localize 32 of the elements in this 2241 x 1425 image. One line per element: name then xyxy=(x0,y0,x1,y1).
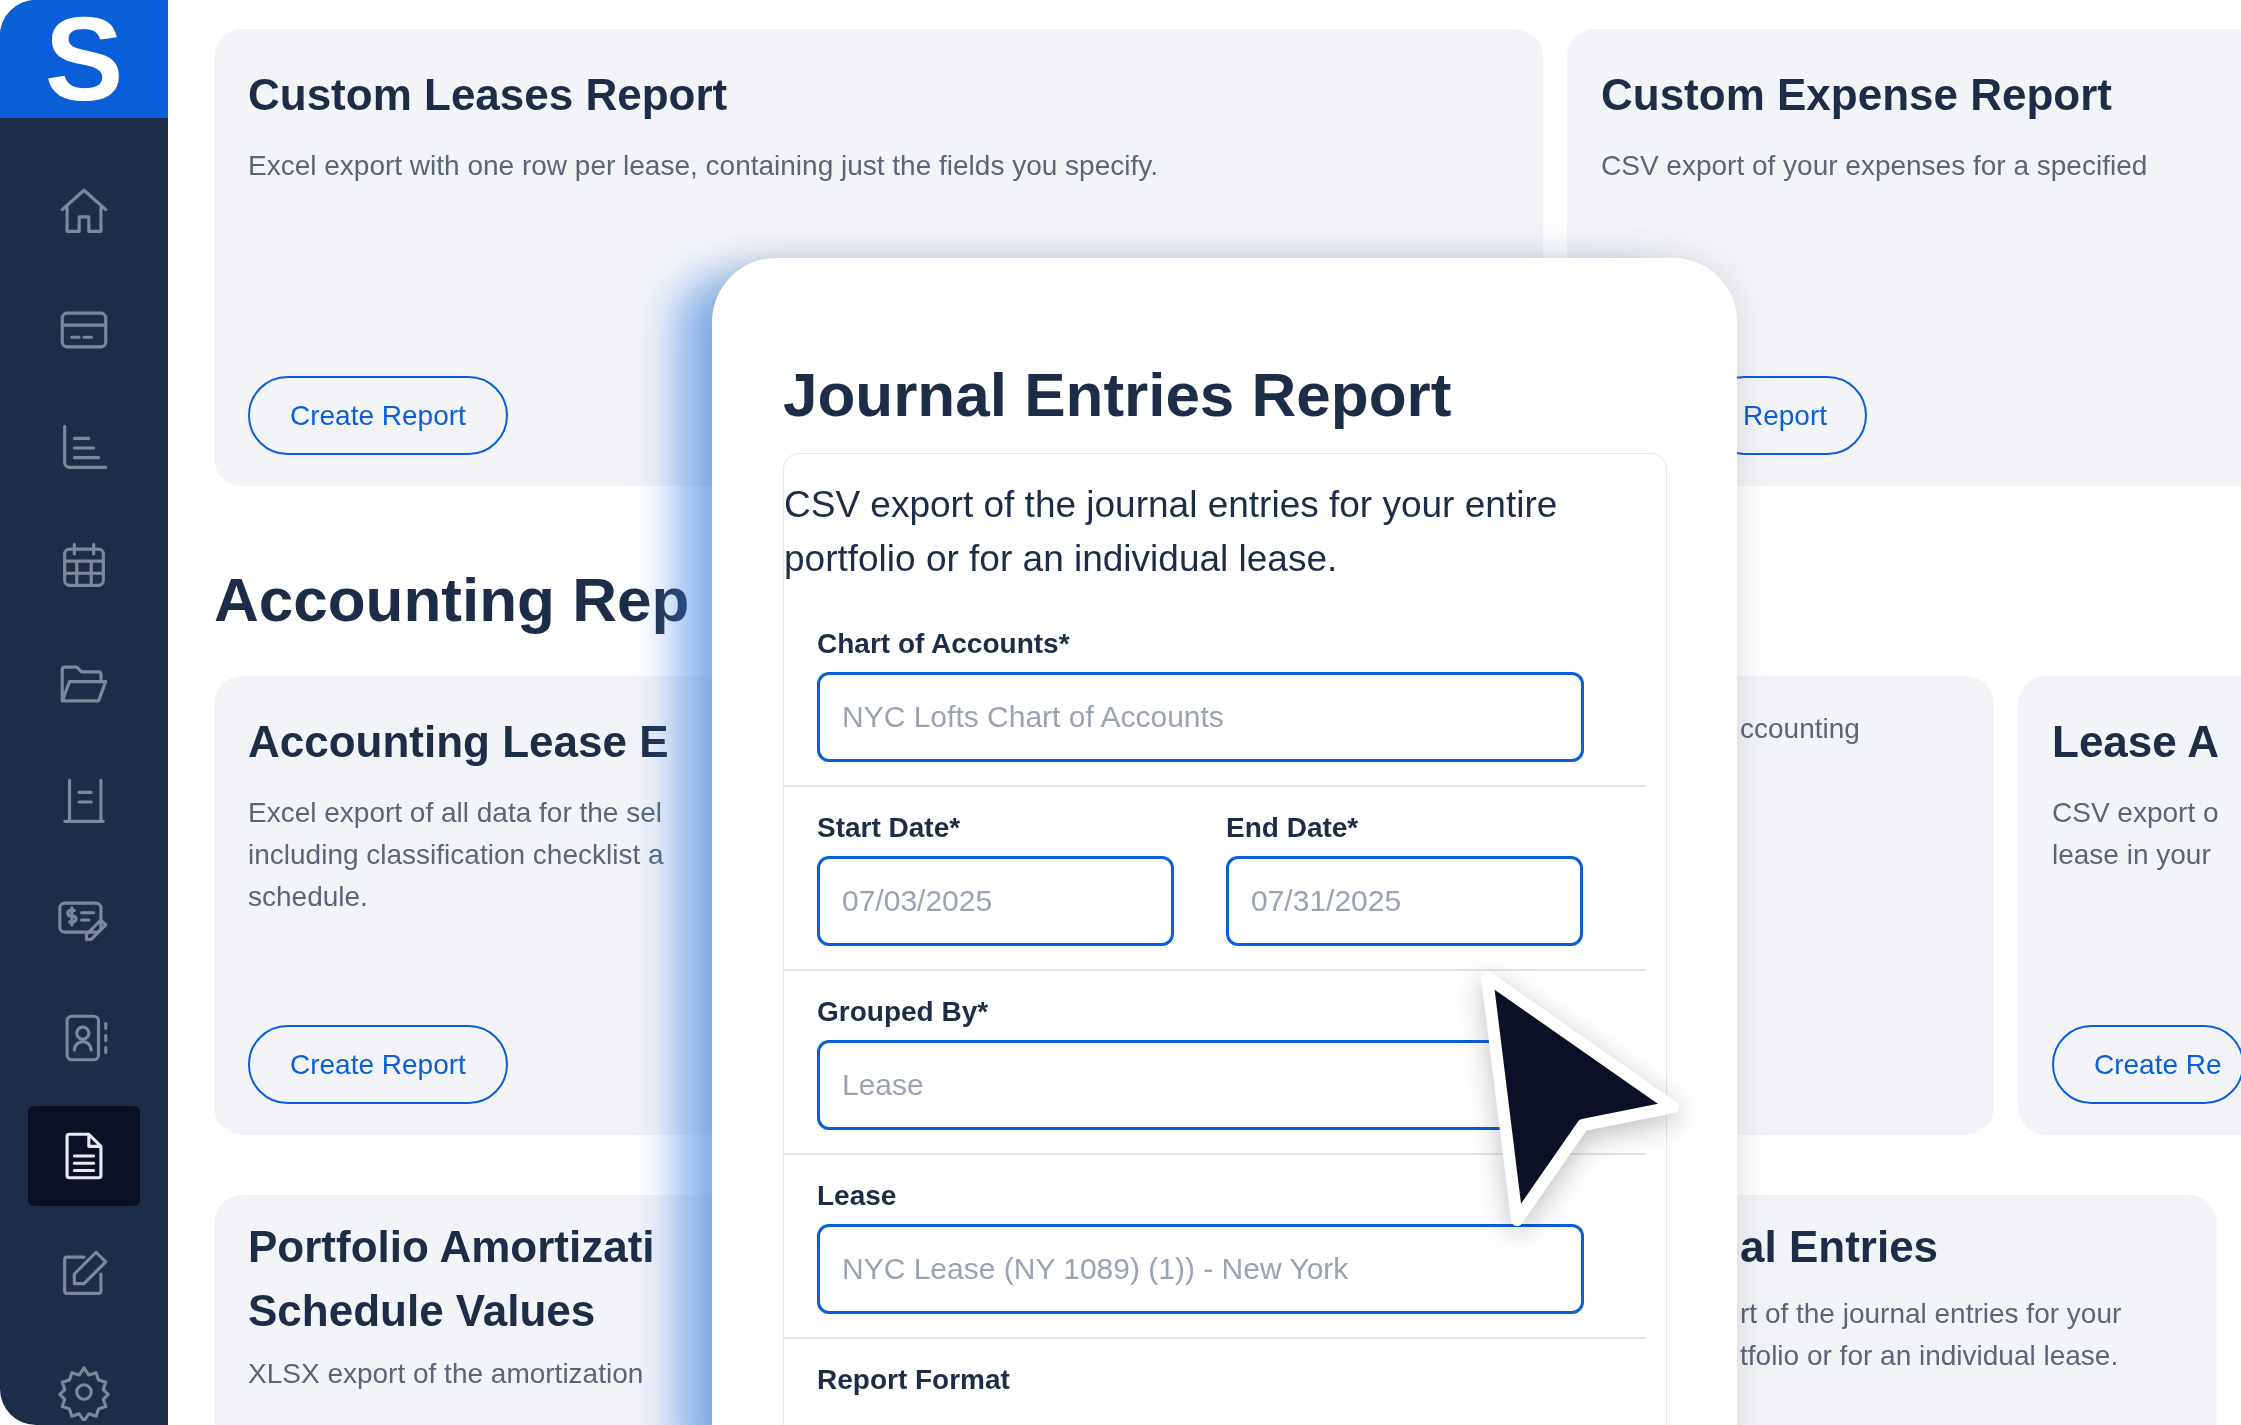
field-label: Chart of Accounts* xyxy=(817,627,1071,661)
card-description: ccounting xyxy=(1740,712,1860,746)
card-title: Portfolio Amortizati Schedule Values xyxy=(248,1221,655,1337)
input-field[interactable]: 07/31/2025 xyxy=(1226,856,1583,946)
input-field[interactable]: NYC Lofts Chart of Accounts xyxy=(817,672,1584,762)
card-title: Custom Expense Report xyxy=(1601,69,2112,121)
section-heading: Accounting Rep xyxy=(214,564,691,636)
create-report-button[interactable]: Create Report xyxy=(248,1025,508,1104)
input-field[interactable]: 07/03/2025 xyxy=(817,856,1174,946)
dialog-description: CSV export of the journal entries for your entire portfolio or for an individual lease. xyxy=(784,483,1559,581)
card-description: XLSX export of the amortization xyxy=(248,1357,644,1391)
dialog-title: Journal Entries Report xyxy=(783,359,1453,431)
card-title: Lease A xyxy=(2052,716,2220,768)
input-field[interactable]: NYC Lease (NY 1089) (1)) - New York xyxy=(817,1224,1584,1314)
card-description: Excel export of all data for the sel including classification checklist a schedule. xyxy=(248,796,664,914)
create-report-button[interactable]: Create Re xyxy=(2052,1025,2241,1104)
card-title: Accounting Lease E xyxy=(248,716,669,768)
card-description: CSV export of your expenses for a specified xyxy=(1601,149,2148,183)
field-label: End Date* xyxy=(1226,811,1360,845)
field-label: Grouped By* xyxy=(817,995,990,1029)
card-title: al Entries xyxy=(1740,1221,1939,1273)
card-description: rt of the journal entries for your tfolio or for an individual lease. xyxy=(1740,1297,2122,1373)
field-label: Start Date* xyxy=(817,811,962,845)
card-title: Custom Leases Report xyxy=(248,69,728,121)
create-report-button[interactable]: Create Report xyxy=(248,376,508,455)
field-label: Report Format xyxy=(817,1363,1010,1397)
logo: S xyxy=(0,0,168,118)
nav-item[interactable] xyxy=(28,1106,140,1206)
card-description: Excel export with one row per lease, containing just the fields you specify. xyxy=(248,149,1158,183)
field-label: Lease xyxy=(817,1179,898,1213)
card-description: CSV export o lease in your xyxy=(2052,796,2219,872)
settings-icon xyxy=(55,1363,113,1421)
